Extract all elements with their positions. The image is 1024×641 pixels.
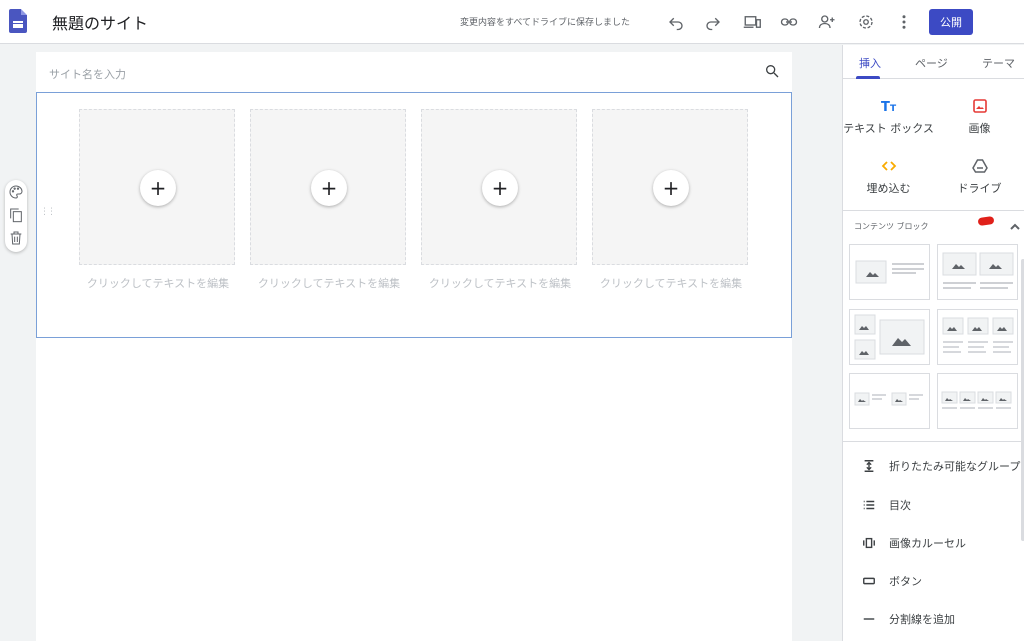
insert-button[interactable]: ボタン [861, 571, 922, 591]
insert-divider[interactable]: 分割線を追加 [861, 609, 955, 629]
layout-block[interactable] [849, 309, 930, 365]
image-carousel-icon [861, 535, 877, 551]
top-bar: 無題のサイト 変更内容をすべてドライブに保存しました 公開 [0, 0, 1024, 44]
svg-text:T: T [881, 100, 890, 114]
chevron-up-icon[interactable] [1009, 218, 1021, 230]
drag-handle-icon[interactable]: ⋮⋮ [40, 207, 56, 217]
insert-image[interactable]: 画像 [934, 97, 1024, 136]
link-icon[interactable] [778, 11, 800, 33]
image-placeholder[interactable]: + [592, 109, 748, 265]
save-status: 変更内容をすべてドライブに保存しました [460, 18, 631, 28]
item-label: 目次 [889, 499, 911, 512]
button-icon [861, 573, 877, 589]
tab-pages[interactable]: ページ [915, 55, 948, 71]
panel-tabs: 挿入 ページ テーマ [843, 45, 1024, 79]
image-card: + クリックしてテキストを編集 [592, 109, 750, 293]
card-caption[interactable]: クリックしてテキストを編集 [421, 275, 579, 293]
duplicate-icon[interactable] [8, 207, 24, 223]
insert-label: ドライブ [957, 182, 1002, 195]
insert-panel: 挿入 ページ テーマ TT テキスト ボックス 画像 埋め込む ドライブ コンテ… [842, 45, 1024, 641]
item-label: ボタン [889, 575, 922, 588]
red-annotation-mark [977, 215, 995, 227]
settings-icon[interactable] [855, 11, 877, 33]
insert-embed[interactable]: 埋め込む [843, 157, 934, 196]
item-label: 分割線を追加 [889, 613, 955, 626]
layout-block[interactable] [849, 373, 930, 429]
add-image-button[interactable]: + [653, 170, 689, 206]
content-blocks-title: コンテンツ ブロック [854, 222, 929, 231]
share-icon[interactable] [816, 11, 838, 33]
card-caption[interactable]: クリックしてテキストを編集 [79, 275, 237, 293]
image-placeholder[interactable]: + [250, 109, 406, 265]
layout-block[interactable] [937, 309, 1018, 365]
card-caption[interactable]: クリックしてテキストを編集 [250, 275, 408, 293]
more-icon[interactable] [893, 11, 915, 33]
text-box-icon: TT [843, 97, 934, 115]
layout-block[interactable] [849, 244, 930, 300]
table-of-contents-icon [861, 497, 877, 513]
drive-icon [934, 157, 1024, 175]
tab-themes[interactable]: テーマ [982, 55, 1015, 71]
section-toolbar [5, 180, 27, 252]
insert-collapsible-group[interactable]: 折りたたみ可能なグループ [861, 456, 1020, 476]
preview-icon[interactable] [741, 11, 763, 33]
item-label: 画像カルーセル [889, 537, 966, 550]
redo-icon[interactable] [702, 11, 724, 33]
insert-label: 画像 [968, 122, 991, 135]
image-placeholder[interactable]: + [79, 109, 235, 265]
card-caption[interactable]: クリックしてテキストを編集 [592, 275, 750, 293]
add-image-button[interactable]: + [140, 170, 176, 206]
palette-icon[interactable] [8, 184, 24, 200]
tab-insert[interactable]: 挿入 [859, 55, 881, 71]
search-icon[interactable] [764, 63, 782, 81]
publish-button[interactable]: 公開 [929, 9, 973, 35]
insert-drive[interactable]: ドライブ [934, 157, 1024, 196]
panel-divider [843, 210, 1024, 211]
insert-label: 埋め込む [866, 182, 911, 195]
insert-label: テキスト ボックス [843, 122, 934, 135]
item-label: 折りたたみ可能なグループ [889, 460, 1021, 473]
image-card: + クリックしてテキストを編集 [79, 109, 237, 293]
insert-table-of-contents[interactable]: 目次 [861, 495, 911, 515]
site-canvas: サイト名を入力 ⋮⋮ + クリックしてテキストを編集 + クリックしてテキストを… [36, 52, 792, 641]
insert-image-carousel[interactable]: 画像カルーセル [861, 533, 966, 553]
image-card: + クリックしてテキストを編集 [421, 109, 579, 293]
add-image-button[interactable]: + [482, 170, 518, 206]
delete-icon[interactable] [8, 230, 24, 246]
undo-icon[interactable] [665, 11, 687, 33]
sites-logo-icon[interactable] [9, 9, 27, 33]
divider-icon [861, 611, 877, 627]
site-name-input[interactable]: サイト名を入力 [49, 66, 126, 82]
layout-block[interactable] [937, 373, 1018, 429]
image-placeholder[interactable]: + [421, 109, 577, 265]
layout-block[interactable] [937, 244, 1018, 300]
image-icon [934, 97, 1024, 115]
panel-divider [843, 441, 1024, 442]
svg-text:T: T [890, 104, 897, 114]
embed-icon [843, 157, 934, 175]
collapsible-group-icon [861, 458, 877, 474]
insert-text-box[interactable]: TT テキスト ボックス [843, 97, 934, 136]
image-card: + クリックしてテキストを編集 [250, 109, 408, 293]
active-tab-indicator [856, 76, 880, 79]
site-title[interactable]: 無題のサイト [52, 10, 148, 34]
content-section[interactable]: ⋮⋮ + クリックしてテキストを編集 + クリックしてテキストを編集 + クリッ… [36, 92, 792, 338]
add-image-button[interactable]: + [311, 170, 347, 206]
